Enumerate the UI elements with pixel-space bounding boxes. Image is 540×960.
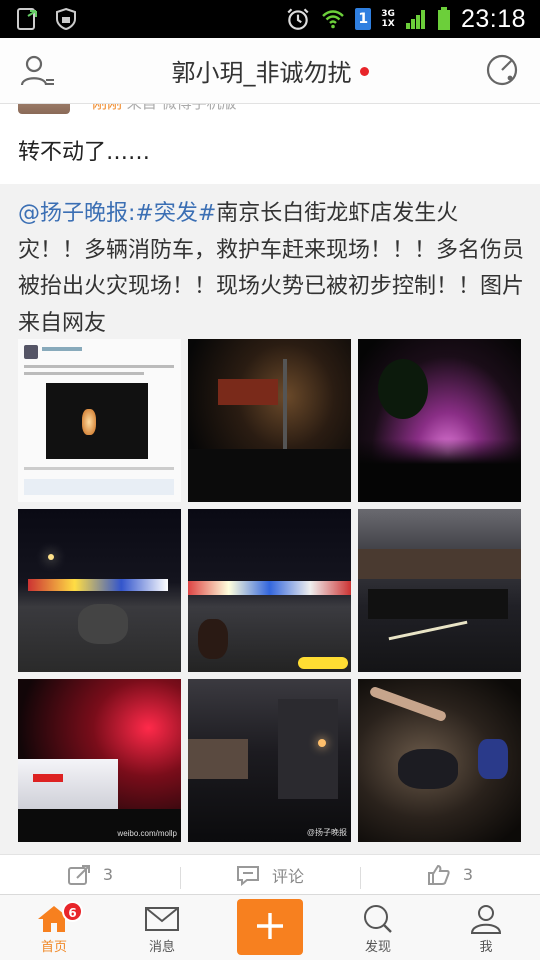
retweeted-card[interactable]: @扬子晚报:#突发#南京长白街龙虾店发生火灾！！多辆消防车，救护车赶来现场！！！… — [0, 184, 540, 854]
mention-link[interactable]: @扬子晚报 — [18, 201, 128, 226]
radar-icon — [486, 54, 518, 86]
app-header: 郭小玥_非诚勿扰 — [0, 38, 540, 104]
network-type: 3G 1X — [381, 9, 395, 29]
post-text: 转不动了…… — [0, 114, 540, 184]
retweeter-strip: 刚刚 来自 微博手机版 — [0, 104, 540, 114]
page-title-text: 郭小玥_非诚勿扰 — [171, 59, 352, 87]
search-icon — [364, 905, 392, 933]
compose-button[interactable] — [237, 899, 303, 955]
image-purple-fire-glow[interactable] — [358, 339, 521, 502]
comment-label: 评论 — [271, 866, 304, 886]
tab-home[interactable]: 6 首页 — [0, 895, 108, 960]
repost-icon — [67, 864, 90, 885]
user-icon — [470, 905, 502, 934]
image-screenshot-thumb[interactable] — [18, 339, 181, 502]
post-source: 来自 微博手机版 — [127, 104, 237, 112]
like-button[interactable]: 3 — [360, 855, 540, 894]
battery-icon — [437, 7, 450, 30]
comment-button[interactable]: 评论 — [180, 855, 360, 894]
network-type-bottom: 1X — [381, 19, 395, 29]
image-night-street-traffic-2[interactable] — [188, 509, 351, 672]
tab-messages-label: 消息 — [148, 940, 175, 955]
post-actions: 3 评论 3 — [0, 854, 540, 894]
download-app-icon — [17, 8, 37, 30]
clock: 23:18 — [460, 4, 526, 33]
like-count: 3 — [462, 865, 474, 884]
plus-icon — [257, 913, 283, 939]
image-ambulance-red-lights[interactable]: weibo.com/mollp — [18, 679, 181, 842]
retweeter-avatar[interactable] — [18, 104, 70, 114]
image-injured-person[interactable] — [358, 679, 521, 842]
repost-count: 3 — [102, 865, 114, 884]
tab-messages[interactable]: 消息 — [108, 895, 216, 960]
topic-link[interactable]: :#突发# — [128, 201, 216, 226]
page-title: 郭小玥_非诚勿扰 — [0, 53, 540, 88]
unread-dot — [359, 66, 369, 76]
tab-me-label: 我 — [479, 940, 493, 955]
wifi-icon — [322, 10, 345, 29]
tab-me[interactable]: 我 — [432, 895, 540, 960]
envelope-icon — [145, 907, 179, 931]
watermark-label: @扬子晚报 — [306, 828, 347, 837]
image-dark-street-crowd[interactable]: @扬子晚报 — [188, 679, 351, 842]
tab-compose[interactable] — [216, 895, 324, 960]
bottom-tab-bar: 6 首页 消息 发现 我 — [0, 894, 540, 960]
status-bar: 1 3G 1X 23:18 — [0, 0, 540, 38]
sim-badge: 1 — [355, 8, 372, 30]
network-type-top: 3G — [381, 9, 395, 19]
thumbs-up-icon — [427, 864, 450, 885]
watermark-label: weibo.com/mollp — [117, 829, 177, 838]
comment-icon — [236, 865, 259, 886]
image-street-night-vehicles[interactable] — [188, 339, 351, 502]
home-badge: 6 — [62, 901, 83, 922]
tab-discover-label: 发现 — [364, 940, 391, 955]
retweeted-text: @扬子晚报:#突发#南京长白街龙虾店发生火灾！！多辆消防车，救护车赶来现场！！！… — [18, 196, 524, 342]
retweeter-meta: 刚刚 来自 微博手机版 — [92, 104, 237, 113]
post-time: 刚刚 — [92, 104, 122, 112]
shield-icon — [56, 7, 76, 31]
image-night-street-traffic[interactable] — [18, 509, 181, 672]
alarm-clock-icon — [287, 8, 309, 30]
repost-button[interactable]: 3 — [0, 855, 180, 894]
radar-button[interactable] — [484, 52, 520, 92]
tab-discover[interactable]: 发现 — [324, 895, 432, 960]
image-crowd-street[interactable] — [358, 509, 521, 672]
signal-icon — [405, 10, 425, 29]
tab-home-label: 首页 — [40, 940, 67, 955]
